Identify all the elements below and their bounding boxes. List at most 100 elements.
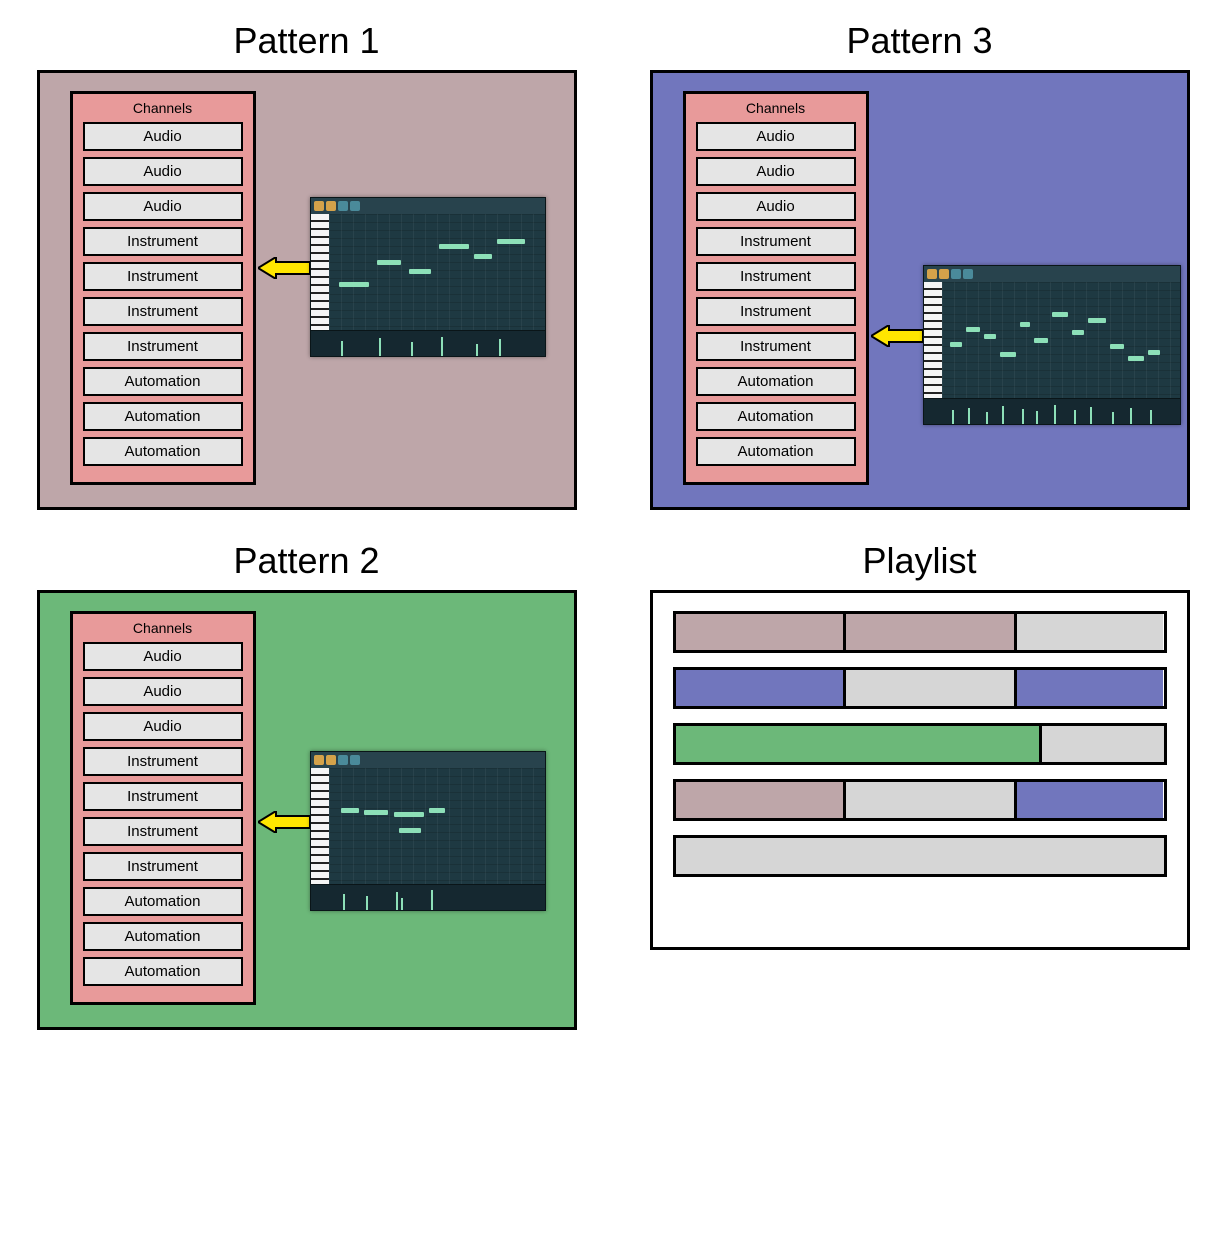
midi-note <box>950 342 962 347</box>
midi-note <box>1020 322 1030 327</box>
piano-roll-toolbar <box>311 752 545 768</box>
arrow-icon <box>871 325 923 347</box>
midi-note <box>339 282 369 287</box>
channel-item[interactable]: Automation <box>83 957 243 986</box>
midi-note <box>474 254 492 259</box>
piano-roll-toolbar <box>924 266 1180 282</box>
channel-item[interactable]: Automation <box>83 887 243 916</box>
midi-note <box>1072 330 1084 335</box>
channels-box: Channels Audio Audio Audio Instrument Instrum… <box>683 91 869 485</box>
midi-note <box>429 808 445 813</box>
playlist-clip[interactable] <box>1042 726 1164 762</box>
playlist-wrap: Playlist <box>633 540 1206 1030</box>
channel-item[interactable]: Instrument <box>83 332 243 361</box>
midi-note <box>399 828 421 833</box>
channels-box: Channels Audio Audio Audio Instrument Instrum… <box>70 611 256 1005</box>
diagram-grid: Pattern 1 Channels Audio Audio Audio Instrum… <box>20 20 1206 1030</box>
playlist-track <box>673 835 1167 877</box>
channel-item[interactable]: Automation <box>696 437 856 466</box>
channel-item[interactable]: Automation <box>83 922 243 951</box>
velocity-lane <box>942 399 1180 424</box>
channel-item[interactable]: Automation <box>83 437 243 466</box>
pattern-2-title: Pattern 2 <box>233 540 379 582</box>
playlist-clip[interactable] <box>676 614 847 650</box>
midi-note <box>1052 312 1068 317</box>
channel-item[interactable]: Instrument <box>696 297 856 326</box>
channel-item[interactable]: Audio <box>83 122 243 151</box>
velocity-lane <box>329 331 545 356</box>
channel-item[interactable]: Audio <box>83 642 243 671</box>
piano-keys <box>311 768 329 884</box>
channel-item[interactable]: Instrument <box>83 852 243 881</box>
playlist-clip[interactable] <box>846 614 1017 650</box>
playlist-clip[interactable] <box>846 670 1017 706</box>
channels-label: Channels <box>696 100 856 116</box>
midi-note <box>1088 318 1106 323</box>
pattern-3-title: Pattern 3 <box>846 20 992 62</box>
playlist-clip[interactable] <box>1017 782 1163 818</box>
midi-note <box>1034 338 1048 343</box>
channel-item[interactable]: Instrument <box>83 782 243 811</box>
channel-item[interactable]: Instrument <box>83 297 243 326</box>
channel-item[interactable]: Instrument <box>83 747 243 776</box>
piano-roll <box>310 751 546 911</box>
channel-item[interactable]: Automation <box>696 367 856 396</box>
piano-roll-toolbar <box>311 198 545 214</box>
pattern-2-wrap: Pattern 2 Channels Audio Audio Audio Instrum… <box>20 540 593 1030</box>
playlist-clip[interactable] <box>846 782 1017 818</box>
piano-grid <box>329 768 545 884</box>
midi-note <box>377 260 401 265</box>
channel-item[interactable]: Automation <box>83 402 243 431</box>
midi-note <box>1000 352 1016 357</box>
channel-item[interactable]: Instrument <box>83 227 243 256</box>
pattern-1-panel: Channels Audio Audio Audio Instrument Instrum… <box>37 70 577 510</box>
piano-grid <box>329 214 545 330</box>
channel-item[interactable]: Audio <box>83 677 243 706</box>
midi-note <box>1110 344 1124 349</box>
playlist-title: Playlist <box>862 540 976 582</box>
piano-roll <box>310 197 546 357</box>
channel-item[interactable]: Instrument <box>83 262 243 291</box>
channel-item[interactable]: Automation <box>696 402 856 431</box>
channel-item[interactable]: Audio <box>83 712 243 741</box>
playlist-clip[interactable] <box>676 838 1164 874</box>
midi-note <box>1148 350 1160 355</box>
channel-item[interactable]: Instrument <box>696 262 856 291</box>
channel-item[interactable]: Instrument <box>83 817 243 846</box>
playlist-track <box>673 723 1167 765</box>
playlist-track <box>673 611 1167 653</box>
piano-grid <box>942 282 1180 398</box>
channel-item[interactable]: Audio <box>696 157 856 186</box>
channel-item[interactable]: Audio <box>83 192 243 221</box>
channels-label: Channels <box>83 100 243 116</box>
channel-item[interactable]: Audio <box>83 157 243 186</box>
midi-note <box>1128 356 1144 361</box>
velocity-lane <box>329 885 545 910</box>
playlist-panel <box>650 590 1190 950</box>
midi-note <box>364 810 388 815</box>
playlist-track <box>673 667 1167 709</box>
channels-box: Channels Audio Audio Audio Instrument Instrum… <box>70 91 256 485</box>
midi-note <box>439 244 469 249</box>
piano-keys <box>924 282 942 398</box>
channel-item[interactable]: Audio <box>696 122 856 151</box>
channels-label: Channels <box>83 620 243 636</box>
playlist-clip[interactable] <box>676 670 847 706</box>
playlist-clip[interactable] <box>676 782 847 818</box>
pattern-2-panel: Channels Audio Audio Audio Instrument Instrum… <box>37 590 577 1030</box>
midi-note <box>409 269 431 274</box>
channel-item[interactable]: Automation <box>83 367 243 396</box>
playlist-clip[interactable] <box>676 726 1042 762</box>
channel-item[interactable]: Instrument <box>696 332 856 361</box>
pattern-1-wrap: Pattern 1 Channels Audio Audio Audio Instrum… <box>20 20 593 510</box>
pattern-3-wrap: Pattern 3 Channels Audio Audio Audio Instrum… <box>633 20 1206 510</box>
channel-item[interactable]: Instrument <box>696 227 856 256</box>
channel-item[interactable]: Audio <box>696 192 856 221</box>
midi-note <box>497 239 525 244</box>
playlist-clip[interactable] <box>1017 614 1163 650</box>
playlist-clip[interactable] <box>1017 670 1163 706</box>
midi-note <box>966 327 980 332</box>
piano-keys <box>311 214 329 330</box>
midi-note <box>394 812 424 817</box>
pattern-1-title: Pattern 1 <box>233 20 379 62</box>
